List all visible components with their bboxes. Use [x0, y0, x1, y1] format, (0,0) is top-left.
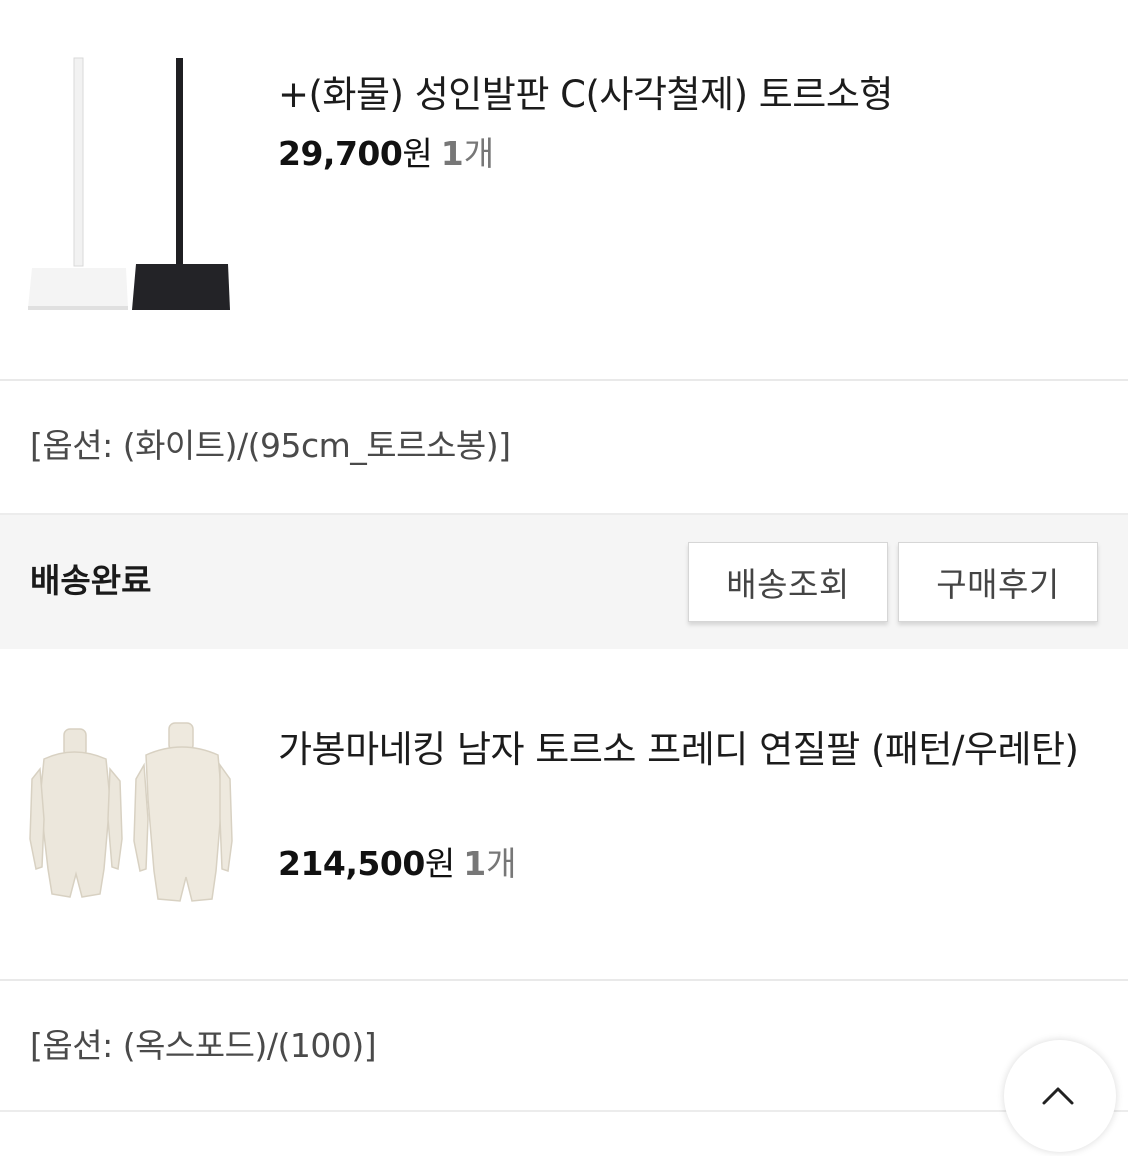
product-name[interactable]: +(화물) 성인발판 C(사각철제) 토르소형 [278, 68, 1088, 122]
scroll-to-top-button[interactable] [1004, 1040, 1116, 1152]
write-review-button[interactable]: 구매후기 [898, 542, 1098, 622]
delivery-status: 배송완료 [30, 561, 152, 600]
product-thumbnail[interactable] [24, 719, 239, 979]
product-price: 214,500 [278, 844, 425, 883]
product-quantity: 1 [440, 134, 464, 173]
price-row: 214,500원 1개 [278, 842, 517, 886]
divider [0, 1110, 1128, 1112]
order-item[interactable]: 가봉마네킹 남자 토르소 프레디 연질팔 (패턴/우레탄) 214,500원 1개 [0, 649, 1128, 979]
divider [0, 979, 1128, 981]
product-option: [옵션: (화이트)/(95cm_토르소봉)] [30, 426, 511, 465]
order-item[interactable]: +(화물) 성인발판 C(사각철제) 토르소형 29,700원 1개 [0, 0, 1128, 380]
quantity-unit: 개 [486, 844, 517, 883]
product-option: [옵션: (옥스포드)/(100)] [30, 1026, 377, 1065]
price-currency: 원 [402, 134, 433, 173]
track-delivery-button[interactable]: 배송조회 [688, 542, 888, 622]
product-thumbnail[interactable] [24, 50, 239, 310]
shipment-status-bar: 배송완료 배송조회 구매후기 [0, 513, 1128, 651]
product-quantity: 1 [463, 844, 487, 883]
quantity-unit: 개 [463, 134, 495, 173]
mannequin-image [29, 722, 233, 902]
price-row: 29,700원 1개 [278, 132, 494, 176]
divider [0, 379, 1128, 381]
chevron-up-icon [1042, 1087, 1074, 1105]
product-price: 29,700 [278, 134, 403, 173]
product-name[interactable]: 가봉마네킹 남자 토르소 프레디 연질팔 (패턴/우레탄) [278, 723, 1088, 777]
torso-stand-image [28, 57, 230, 310]
price-currency: 원 [424, 844, 456, 883]
